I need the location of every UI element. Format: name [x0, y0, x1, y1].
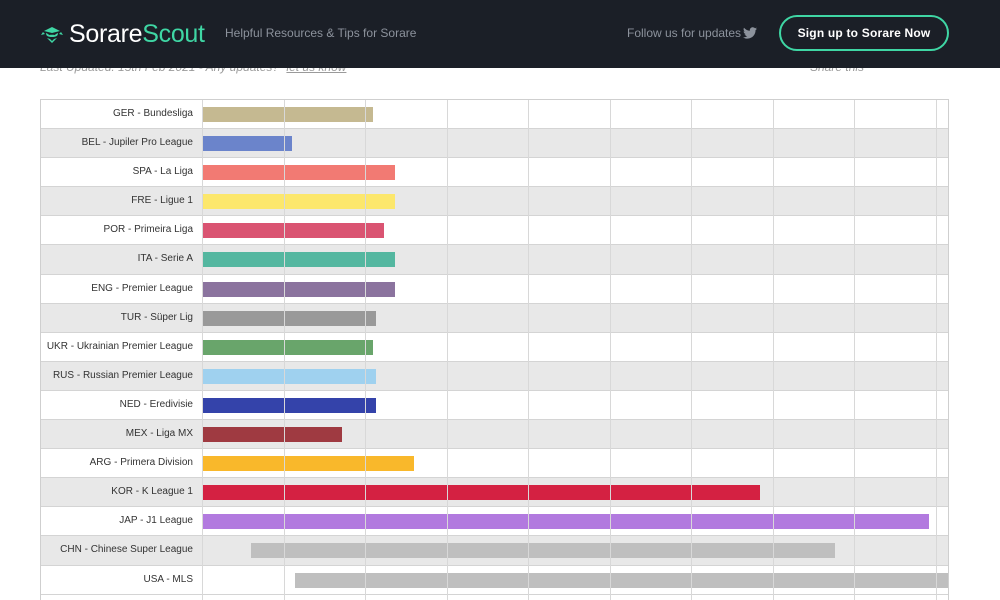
league-row: POR - Primeira Liga: [41, 216, 948, 246]
league-label: RUS - Russian Premier League: [52, 369, 193, 381]
league-label: KOR - K League 1: [111, 486, 193, 498]
logo-text-scout: Scout: [142, 19, 205, 48]
league-row: CHN - Chinese Super League: [41, 536, 948, 566]
league-label: ITA - Serie A: [137, 253, 193, 265]
twitter-icon[interactable]: [743, 27, 757, 39]
league-label: GER - Bundesliga: [112, 108, 193, 119]
league-bar[interactable]: [202, 310, 376, 326]
league-row: ITA - Serie A: [41, 245, 948, 275]
league-bar[interactable]: [202, 339, 374, 355]
league-bar[interactable]: [202, 281, 396, 297]
site-tagline: Helpful Resources & Tips for Sorare: [225, 26, 417, 40]
league-bar[interactable]: [202, 223, 384, 239]
league-bar[interactable]: [202, 397, 376, 413]
league-label: JAP - J1 League: [119, 515, 193, 527]
league-row: NED - Eredivisie: [41, 391, 948, 421]
league-label: CHN - Chinese Super League: [60, 544, 193, 556]
logo-text-sorare: Sorare: [69, 19, 143, 48]
league-label: ARG - Primera Division: [89, 457, 193, 469]
league-bar[interactable]: [202, 485, 761, 501]
league-bar[interactable]: [202, 165, 396, 181]
top-navbar: SorareScout Helpful Resources & Tips for…: [0, 0, 1000, 68]
league-label: NED - Eredivisie: [119, 398, 193, 410]
league-row: JAP - J1 League: [41, 507, 948, 537]
league-row: USA - MLS: [41, 566, 948, 595]
sign-up-button[interactable]: Sign up to Sorare Now: [779, 15, 949, 51]
league-label: MEX - Liga MX: [125, 428, 193, 440]
league-row: FRE - Ligue 1: [41, 187, 948, 217]
league-label: USA - MLS: [143, 573, 193, 585]
league-bar[interactable]: [202, 456, 414, 472]
league-row: GER - Bundesliga: [41, 100, 948, 130]
league-row: KOR - K League 1: [41, 478, 948, 508]
scout-logo-icon: [41, 27, 63, 43]
league-bar[interactable]: [202, 427, 343, 443]
follow-us-text: Follow us for updates: [627, 26, 742, 40]
league-bar[interactable]: [250, 543, 836, 559]
league-row: UKR - Ukrainian Premier League: [41, 333, 948, 362]
league-label: POR - Primeira Liga: [103, 224, 193, 236]
league-bar[interactable]: [294, 572, 948, 588]
league-label: FRE - Ligue 1: [131, 195, 193, 207]
league-bar[interactable]: [202, 252, 396, 268]
league-row: TUR - Süper Lig: [41, 303, 948, 333]
league-bar[interactable]: [202, 107, 374, 122]
league-row: SPA - La Liga: [41, 158, 948, 188]
league-bar[interactable]: [202, 514, 930, 530]
league-chart: GER - Bundesliga BEL - Jupiler Pro League…: [40, 99, 949, 600]
league-row: ARG - Primera Division: [41, 449, 948, 479]
league-rows: GER - Bundesliga BEL - Jupiler Pro League…: [41, 100, 948, 595]
league-label: ENG - Premier League: [91, 282, 193, 294]
league-label: BEL - Jupiler Pro League: [81, 137, 193, 149]
league-bar[interactable]: [202, 194, 396, 210]
league-row: MEX - Liga MX: [41, 420, 948, 450]
league-row: RUS - Russian Premier League: [41, 361, 948, 391]
league-row: BEL - Jupiler Pro League: [41, 129, 948, 159]
league-bar[interactable]: [202, 136, 292, 152]
league-label: UKR - Ukrainian Premier League: [46, 340, 193, 352]
league-label: SPA - La Liga: [132, 166, 193, 178]
league-label: TUR - Süper Lig: [120, 311, 193, 323]
site-logo[interactable]: SorareScout: [40, 0, 205, 68]
league-bar[interactable]: [202, 368, 376, 384]
league-row: ENG - Premier League: [41, 275, 948, 304]
